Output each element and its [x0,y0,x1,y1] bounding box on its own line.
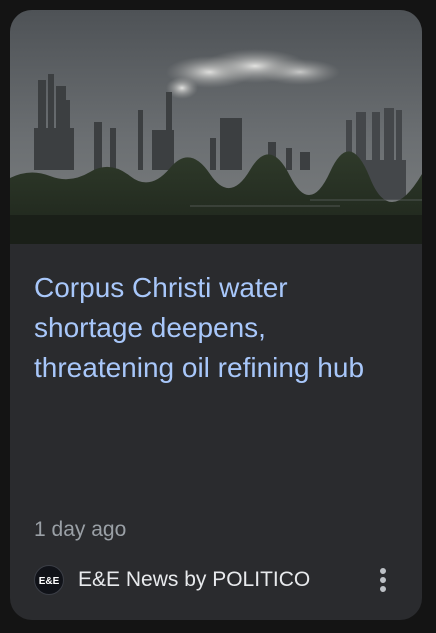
article-headline[interactable]: Corpus Christi water shortage deepens, t… [34,268,404,388]
logo-text: E&E [39,576,60,587]
ee-news-logo-glyph: E&E [39,576,60,587]
source-row: E&E E&E News by POLITICO [34,563,398,597]
article-thumbnail[interactable] [10,10,422,244]
more-vert-icon [380,568,386,592]
ee-news-logo-icon: E&E [34,565,64,595]
news-card[interactable]: Corpus Christi water shortage deepens, t… [10,10,422,620]
more-options-button[interactable] [368,563,398,597]
source-name[interactable]: E&E News by POLITICO [78,568,310,592]
article-timestamp: 1 day ago [34,518,127,541]
